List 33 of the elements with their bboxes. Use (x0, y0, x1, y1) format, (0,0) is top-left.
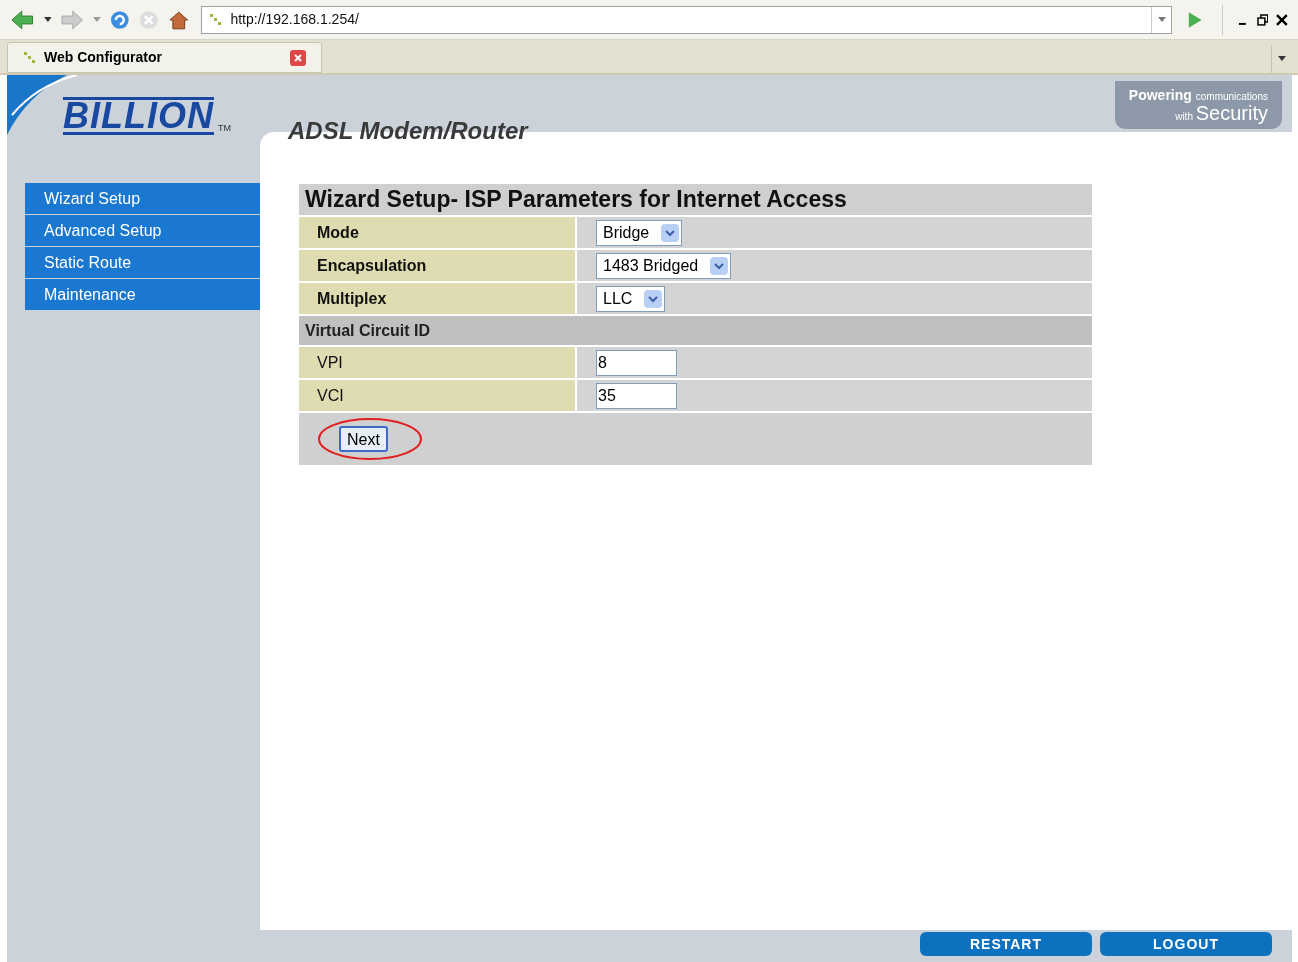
field-label: VPI (317, 352, 343, 373)
caret-icon (1277, 56, 1286, 62)
trademark-mark: TM (218, 121, 231, 135)
section-label: Virtual Circuit ID (305, 320, 431, 341)
field-label: Multiplex (317, 288, 387, 309)
reload-icon[interactable] (108, 8, 131, 31)
slogan: Powering communications with Security (1114, 81, 1282, 129)
footer-button[interactable]: RESTART (920, 932, 1092, 956)
page-icon (22, 49, 38, 66)
dropdown-field[interactable]: 1483 Bridged (596, 252, 732, 279)
sidebar-item[interactable]: Advanced Setup (25, 215, 260, 246)
form-title: Wizard Setup- ISP Parameters for Internet Access (305, 185, 847, 215)
product-title: ADSL Modem/Router (288, 116, 528, 146)
dropdown-field[interactable]: LLC (596, 285, 666, 312)
brand-logo: BILLION (63, 97, 214, 135)
input-field[interactable]: 35 (596, 382, 677, 409)
address-bar[interactable]: http://192.168.1.254/ (201, 5, 1173, 34)
caret-icon (1157, 16, 1166, 23)
sidebar-item[interactable]: Static Route (25, 247, 260, 278)
close-icon[interactable] (1276, 13, 1289, 26)
sidebar-item[interactable]: Maintenance (25, 279, 260, 310)
field-label: Encapsulation (317, 255, 427, 276)
input-field[interactable]: 8 (596, 349, 677, 376)
field-label: VCI (317, 385, 344, 406)
field-label: Mode (317, 222, 359, 243)
back-arrow-icon[interactable] (10, 8, 36, 31)
next-button[interactable]: Next (339, 426, 388, 452)
browser-tab[interactable]: Web Configurator (7, 42, 322, 73)
sidebar-item[interactable]: Wizard Setup (25, 183, 260, 214)
footer-button[interactable]: LOGOUT (1100, 932, 1272, 956)
restore-icon[interactable] (1256, 13, 1269, 26)
caret-icon[interactable] (43, 16, 52, 23)
dropdown-field[interactable]: Bridge (596, 219, 683, 246)
